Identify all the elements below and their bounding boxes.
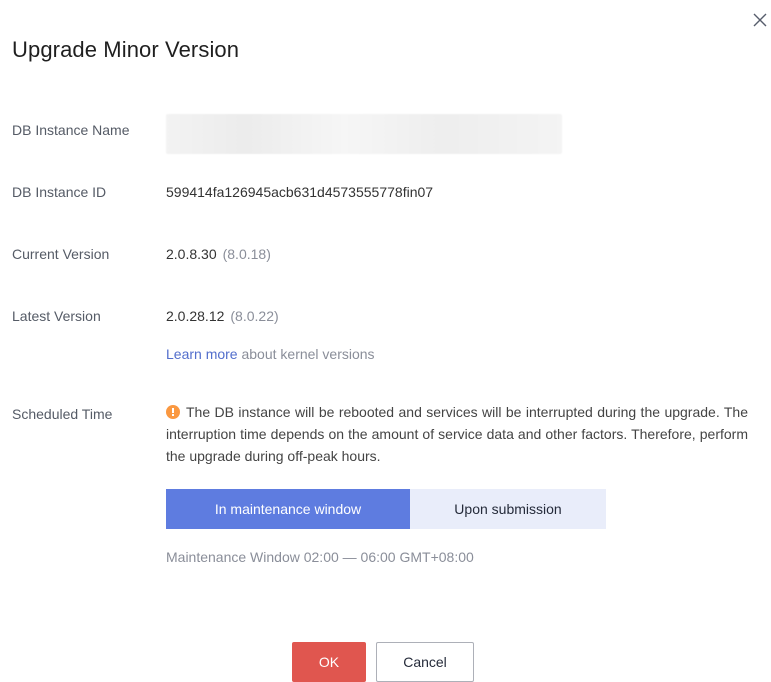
current-version-label: Current Version (12, 246, 110, 262)
instance-name-value-redacted (166, 114, 562, 154)
upgrade-minor-version-dialog: Upgrade Minor Version DB Instance Name D… (0, 0, 771, 682)
scheduled-time-label: Scheduled Time (12, 406, 113, 422)
reboot-warning: The DB instance will be rebooted and ser… (166, 401, 748, 467)
maintenance-window-text: Maintenance Window 02:00 — 06:00 GMT+08:… (166, 549, 474, 565)
instance-name-label: DB Instance Name (12, 122, 130, 138)
current-version-sub: (8.0.18) (222, 246, 271, 262)
dialog-title: Upgrade Minor Version (12, 37, 240, 62)
schedule-option-group: In maintenance window Upon submission (166, 489, 606, 529)
latest-version-label: Latest Version (12, 308, 101, 324)
learn-more-link[interactable]: Learn more (166, 346, 238, 362)
latest-version: 2.0.28.12 (8.0.22) (166, 306, 279, 326)
option-upon-submission[interactable]: Upon submission (410, 489, 606, 529)
cancel-button[interactable]: Cancel (376, 642, 474, 682)
latest-version-sub: (8.0.22) (230, 308, 279, 324)
learn-more-suffix: about kernel versions (241, 346, 375, 362)
option-in-maintenance-window[interactable]: In maintenance window (166, 489, 410, 529)
warning-text: The DB instance will be rebooted and ser… (166, 404, 748, 464)
learn-more-row: Learn more about kernel versions (166, 344, 375, 364)
latest-version-value: 2.0.28.12 (166, 308, 225, 324)
close-icon[interactable] (752, 12, 768, 28)
current-version: 2.0.8.30 (8.0.18) (166, 244, 271, 264)
instance-id-label: DB Instance ID (12, 184, 107, 200)
current-version-value: 2.0.8.30 (166, 246, 217, 262)
warning-icon (166, 405, 180, 419)
instance-id-value: 599414fa126945acb631d4573555778fin07 (166, 184, 434, 200)
ok-button[interactable]: OK (292, 642, 366, 682)
